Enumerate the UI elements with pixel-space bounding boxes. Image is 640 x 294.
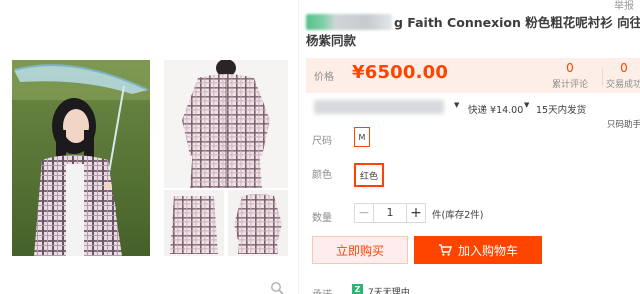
quantity-input[interactable]: 1 — [373, 203, 407, 223]
shirt-front-illustration — [164, 60, 288, 188]
size-option-m[interactable]: M — [354, 127, 370, 147]
return-policy-icon: Z — [352, 284, 363, 294]
shipping-row: ▼ 快递 ¥14.00 ▼ 15天内发货 — [306, 100, 640, 118]
color-option-red[interactable]: 红色 — [354, 163, 384, 187]
cart-icon — [438, 243, 452, 257]
shirt-back-illustration — [228, 190, 288, 256]
stock-text: 件(库存2件) — [432, 210, 484, 221]
quantity-increase-button[interactable]: + — [406, 203, 426, 223]
quantity-label: 数量 — [312, 213, 332, 224]
blurred-ship-origin — [314, 100, 444, 114]
price-value: ¥6500.00 — [352, 62, 449, 83]
comments-count: 0 — [566, 61, 574, 75]
deals-stat[interactable]: 0 交易成功 — [596, 61, 640, 90]
product-title: g Faith Connexion 粉色粗花呢衬衫 向往的生活 — [394, 15, 640, 30]
model-photo-illustration — [12, 60, 150, 256]
buy-now-label: 立即购买 — [335, 243, 384, 258]
deals-count: 0 — [620, 61, 628, 75]
main-product-photo[interactable] — [12, 60, 150, 256]
ship-origin-dropdown-icon[interactable]: ▼ — [454, 101, 459, 109]
shipping-method: 快递 ¥14.00 — [468, 105, 524, 116]
return-policy-text[interactable]: 7天无理由 — [368, 285, 410, 294]
size-label: 尺码 — [312, 136, 332, 147]
product-front-photo[interactable] — [164, 60, 288, 188]
magnifier-icon[interactable] — [270, 280, 284, 294]
quantity-decrease-button[interactable]: − — [354, 203, 374, 223]
comments-stat[interactable]: 0 累计评论 — [542, 61, 598, 90]
page-divider — [298, 0, 299, 294]
shipping-time: 15天内发货 — [536, 105, 587, 116]
product-gallery — [12, 60, 288, 256]
shirt-folded-illustration — [164, 190, 224, 256]
price-label: 价格 — [314, 72, 334, 83]
add-to-cart-label: 加入购物车 — [457, 243, 518, 258]
report-link[interactable]: 举报 — [614, 0, 634, 12]
size-helper-link[interactable]: 只码助手 — [607, 118, 640, 130]
product-detail-photo-1[interactable] — [164, 190, 224, 256]
ship-method-dropdown-icon[interactable]: ▼ — [524, 101, 529, 109]
buy-now-button[interactable]: 立即购买 — [312, 236, 408, 264]
promise-label: 承诺 — [312, 286, 332, 294]
comments-label: 累计评论 — [551, 80, 588, 90]
product-detail-photo-2[interactable] — [228, 190, 288, 256]
add-to-cart-button[interactable]: 加入购物车 — [414, 236, 542, 264]
product-title-line2: 杨紫同款 — [306, 33, 357, 48]
blurred-title-prefix — [306, 14, 392, 30]
deals-label: 交易成功 — [605, 80, 640, 90]
color-label: 颜色 — [312, 170, 332, 181]
price-panel: 价格 ¥6500.00 0 累计评论 0 交易成功 — [306, 58, 640, 93]
